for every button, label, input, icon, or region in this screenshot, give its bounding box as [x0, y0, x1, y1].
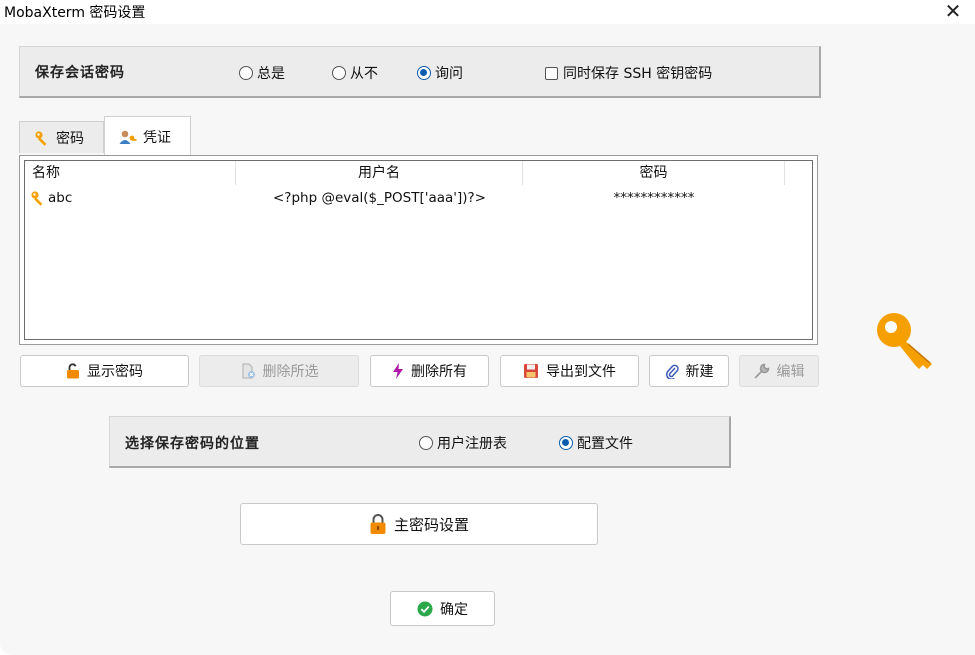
save-ssh-key-checkbox[interactable]: 同时保存 SSH 密钥密码 [545, 63, 712, 83]
master-password-button[interactable]: 主密码设置 [240, 503, 598, 545]
big-key-icon [872, 310, 938, 376]
paperclip-icon [665, 363, 679, 379]
tab-passwords-label: 密码 [56, 130, 84, 147]
save-session-group: 保存会话密码 总是 从不 询问 同时保存 SSH 密钥密码 [19, 46, 821, 98]
column-header-username[interactable]: 用户名 [236, 161, 523, 185]
column-header-password[interactable]: 密码 [523, 161, 785, 185]
lightning-icon [392, 363, 404, 379]
tab-credentials[interactable]: 凭证 [104, 116, 191, 156]
check-circle-icon [417, 601, 433, 617]
radio-never-dot[interactable] [332, 66, 346, 80]
delete-selected-label: 删除所选 [262, 364, 319, 380]
delete-all-button[interactable]: 删除所有 [370, 355, 489, 387]
close-button[interactable]: ✕ [941, 0, 965, 22]
new-button[interactable]: 新建 [649, 355, 729, 387]
lock-icon [369, 513, 387, 535]
radio-never[interactable]: 从不 [332, 63, 378, 83]
tab-credentials-label: 凭证 [143, 129, 171, 146]
delete-selected-button[interactable]: 删除所选 [199, 355, 359, 387]
credentials-list[interactable]: 名称 用户名 密码 abc <?php @eval($_POST['aaa'])… [19, 155, 818, 345]
radio-ask-dot[interactable] [417, 66, 431, 80]
credential-key-icon [30, 190, 46, 206]
storage-location-label: 选择保存密码的位置 [125, 436, 260, 452]
column-header-password-label: 密码 [639, 165, 668, 181]
save-ssh-key-label: 同时保存 SSH 密钥密码 [563, 66, 713, 82]
master-password-label: 主密码设置 [393, 515, 469, 534]
show-password-button[interactable]: 显示密码 [20, 355, 189, 387]
radio-never-label: 从不 [350, 66, 378, 82]
row-name-cell: abc [30, 187, 72, 209]
save-ssh-key-box[interactable] [545, 66, 558, 80]
dialog-body: 保存会话密码 总是 从不 询问 同时保存 SSH 密钥密码 密码 凭证 名称 用… [0, 24, 975, 655]
save-session-label: 保存会话密码 [35, 65, 125, 81]
radio-user-registry[interactable]: 用户注册表 [419, 433, 507, 453]
radio-config-file-dot[interactable] [559, 436, 573, 450]
edit-button[interactable]: 编辑 [739, 355, 819, 387]
ok-label: 确定 [440, 601, 468, 618]
export-file-button[interactable]: 导出到文件 [500, 355, 639, 387]
credentials-list-inner: 名称 用户名 密码 abc <?php @eval($_POST['aaa'])… [24, 160, 813, 340]
radio-user-registry-label: 用户注册表 [437, 436, 507, 452]
unlock-icon [66, 363, 80, 379]
export-file-label: 导出到文件 [546, 364, 616, 380]
title-bar: MobaXterm 密码设置 ✕ [0, 0, 975, 24]
show-password-label: 显示密码 [87, 364, 143, 380]
radio-config-file[interactable]: 配置文件 [559, 433, 633, 453]
new-label: 新建 [685, 364, 714, 380]
key-icon [34, 130, 50, 146]
column-header-name[interactable]: 名称 [25, 161, 236, 185]
radio-config-file-label: 配置文件 [577, 436, 633, 452]
column-header-username-label: 用户名 [358, 165, 400, 181]
row-name: abc [48, 190, 73, 206]
ok-button[interactable]: 确定 [390, 591, 495, 626]
delete-all-label: 删除所有 [411, 364, 467, 380]
edit-label: 编辑 [776, 364, 805, 380]
radio-ask[interactable]: 询问 [417, 63, 463, 83]
save-disk-icon [523, 363, 539, 379]
radio-ask-label: 询问 [435, 66, 463, 82]
radio-user-registry-dot[interactable] [419, 436, 433, 450]
column-header-name-label: 名称 [32, 165, 60, 181]
table-row[interactable]: abc <?php @eval($_POST['aaa'])?> *******… [25, 187, 812, 209]
radio-always[interactable]: 总是 [239, 63, 285, 83]
credentials-list-header: 名称 用户名 密码 [25, 161, 812, 185]
delete-file-icon [240, 363, 256, 379]
tab-passwords[interactable]: 密码 [19, 121, 104, 153]
storage-location-group: 选择保存密码的位置 用户注册表 配置文件 [109, 416, 731, 468]
radio-always-label: 总是 [257, 66, 285, 82]
row-username: <?php @eval($_POST['aaa'])?> [273, 190, 486, 206]
wrench-icon [754, 363, 770, 379]
window-title: MobaXterm 密码设置 [4, 5, 146, 21]
radio-always-dot[interactable] [239, 66, 253, 80]
user-credential-icon [119, 129, 137, 145]
row-password: ************ [613, 190, 695, 206]
